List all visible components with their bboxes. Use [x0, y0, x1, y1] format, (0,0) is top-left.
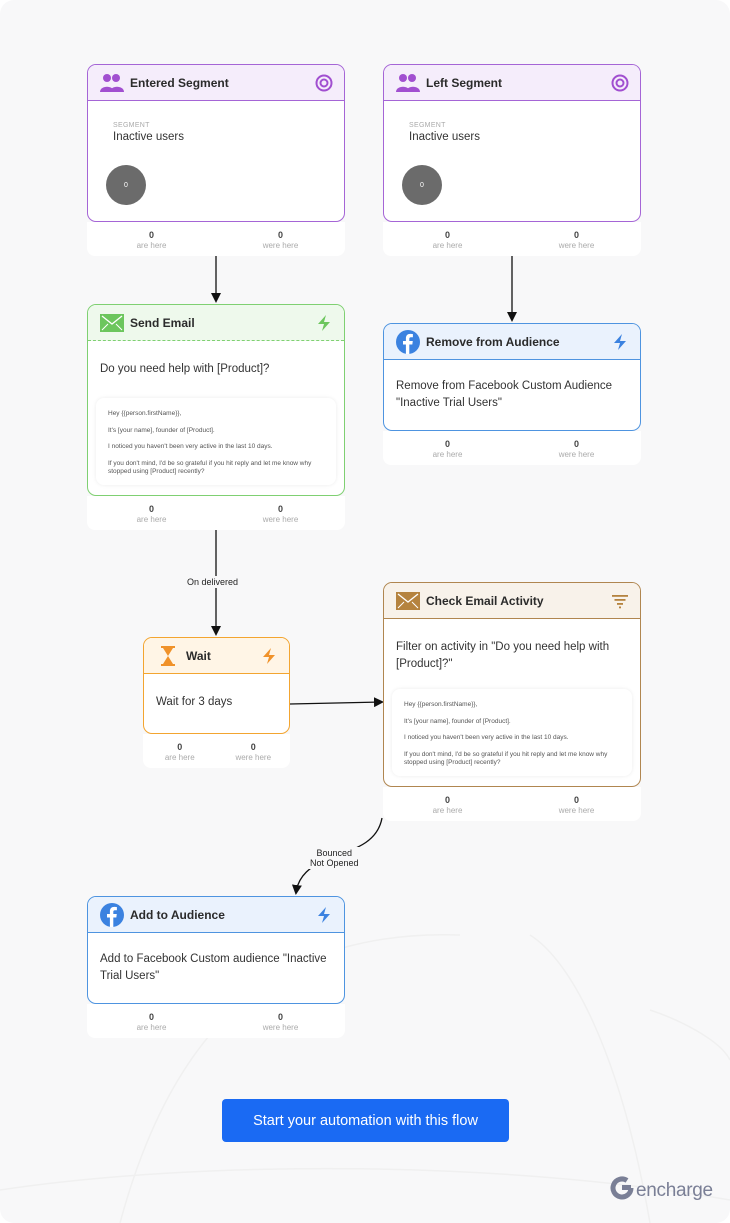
were-here-label: were here [262, 241, 299, 250]
target-icon [610, 73, 630, 93]
node-title: Entered Segment [130, 75, 229, 90]
node-title: Add to Audience [130, 907, 225, 922]
are-here-count: 0 [148, 503, 154, 514]
email-preview-line: Hey {{person.firstName}}, [404, 701, 478, 708]
are-here-count: 0 [444, 794, 450, 805]
are-here-label: are here [432, 805, 463, 815]
node-stats: 0 are here 0 were here [87, 495, 345, 530]
are-here-label: are here [136, 241, 167, 250]
were-here-label: were here [262, 514, 299, 524]
node-check-email-activity[interactable]: Check Email Activity Filter on activity … [383, 582, 641, 821]
facebook-icon [100, 902, 124, 927]
node-stats: 0 are here 0 were here [383, 222, 641, 256]
segment-name: Inactive users [113, 131, 184, 143]
are-here-count: 0 [148, 230, 154, 240]
segment-label: SEGMENT [409, 122, 446, 129]
were-here-label: were here [262, 1023, 299, 1032]
email-preview-line: I noticed you haven't been very active i… [108, 443, 273, 450]
node-description: Wait for 3 days [156, 696, 233, 708]
target-icon [314, 73, 334, 93]
node-stats: 0 are here 0 were here [87, 222, 345, 256]
start-automation-button[interactable]: Start your automation with this flow [222, 1099, 509, 1142]
email-preview-line: Hey {{person.firstName}}, [108, 410, 182, 417]
are-here-count: 0 [444, 439, 450, 449]
were-here-count: 0 [573, 230, 579, 240]
segment-count-badge: 0 [106, 165, 146, 205]
email-preview-line: It's [your name], founder of [Product]. [108, 426, 215, 434]
email-preview: Hey {{person.firstName}}, It's [your nam… [96, 398, 336, 485]
envelope-icon [100, 311, 124, 335]
were-here-count: 0 [573, 439, 579, 449]
were-here-count: 0 [250, 742, 256, 752]
users-icon [396, 71, 420, 95]
node-wait[interactable]: Wait Wait for 3 days 0 are here 0 were her… [143, 637, 290, 768]
were-here-label: were here [235, 753, 272, 762]
node-stats: 0 are here 0 were here [87, 1004, 345, 1038]
email-preview-line: It's [your name], founder of [Product]. [404, 717, 511, 725]
were-here-count: 0 [277, 230, 283, 240]
are-here-label: are here [164, 753, 195, 762]
node-stats: 0 are here 0 were here [143, 734, 290, 768]
edge-label-bounced: Bounced Not Opened [308, 847, 361, 869]
envelope-icon [396, 589, 420, 613]
were-here-count: 0 [573, 794, 579, 805]
are-here-label: are here [136, 1023, 167, 1032]
brand-name: encharge [636, 1179, 713, 1201]
node-stats: 0 are here 0 were here [383, 431, 641, 465]
email-subject: Do you need help with [Product]? [100, 363, 270, 375]
are-here-count: 0 [177, 742, 183, 752]
node-stats: 0 are here 0 were here [383, 786, 641, 821]
node-title: Check Email Activity [426, 593, 544, 608]
hourglass-icon [156, 644, 180, 668]
encharge-logo-icon [610, 1176, 634, 1205]
were-here-label: were here [558, 805, 595, 815]
lightning-icon [610, 332, 630, 352]
node-description: Add to Facebook Custom audience "Inactiv… [100, 953, 327, 982]
node-entered-segment[interactable]: Entered Segment SEGMENT Inactive users 0… [87, 64, 345, 256]
were-here-label: were here [558, 241, 595, 250]
email-preview-line: If you don't mind, I'd be so grateful if… [108, 459, 312, 476]
were-here-label: were here [558, 450, 595, 459]
flow-canvas: On delivered Bounced Not Opened Entered … [0, 0, 730, 1223]
lightning-icon [314, 313, 334, 333]
node-title: Send Email [130, 315, 195, 330]
email-preview-line: If you don't mind, I'd be so grateful if… [404, 750, 608, 767]
are-here-count: 0 [444, 230, 450, 240]
were-here-count: 0 [277, 503, 283, 514]
edge-wait-to-check [289, 697, 384, 708]
node-remove-from-audience[interactable]: Remove from Audience Remove from Faceboo… [383, 323, 641, 465]
node-title: Remove from Audience [426, 334, 560, 349]
node-add-to-audience[interactable]: Add to Audience Add to Facebook Custom a… [87, 896, 345, 1038]
filter-icon [610, 591, 630, 611]
lightning-icon [259, 646, 279, 666]
are-here-label: are here [432, 241, 463, 250]
users-icon [100, 71, 124, 95]
node-description: Remove from Facebook Custom Audience "In… [396, 380, 613, 409]
were-here-count: 0 [277, 1012, 283, 1022]
edge-label-bounced-line2: Not Opened [310, 858, 359, 868]
node-title: Left Segment [426, 75, 503, 90]
node-send-email[interactable]: Send Email Do you need help with [Produc… [87, 304, 345, 530]
are-here-label: are here [136, 514, 167, 524]
node-left-segment[interactable]: Left Segment SEGMENT Inactive users 0 0a… [383, 64, 641, 256]
email-preview: Hey {{person.firstName}}, It's [your nam… [392, 689, 632, 776]
lightning-icon [314, 905, 334, 925]
facebook-icon [396, 329, 420, 354]
node-title: Wait [186, 648, 211, 663]
edge-label-bounced-line1: Bounced [316, 848, 353, 858]
email-preview-line: I noticed you haven't been very active i… [404, 734, 569, 741]
brand-logo[interactable]: encharge [610, 1176, 713, 1205]
segment-name: Inactive users [409, 131, 480, 143]
segment-count-badge: 0 [402, 165, 442, 205]
node-description: Filter on activity in "Do you need help … [396, 641, 610, 670]
are-here-label: are here [432, 450, 463, 459]
edge-label-on-delivered: On delivered [185, 576, 241, 588]
are-here-count: 0 [148, 1012, 154, 1022]
segment-label: SEGMENT [113, 122, 150, 129]
